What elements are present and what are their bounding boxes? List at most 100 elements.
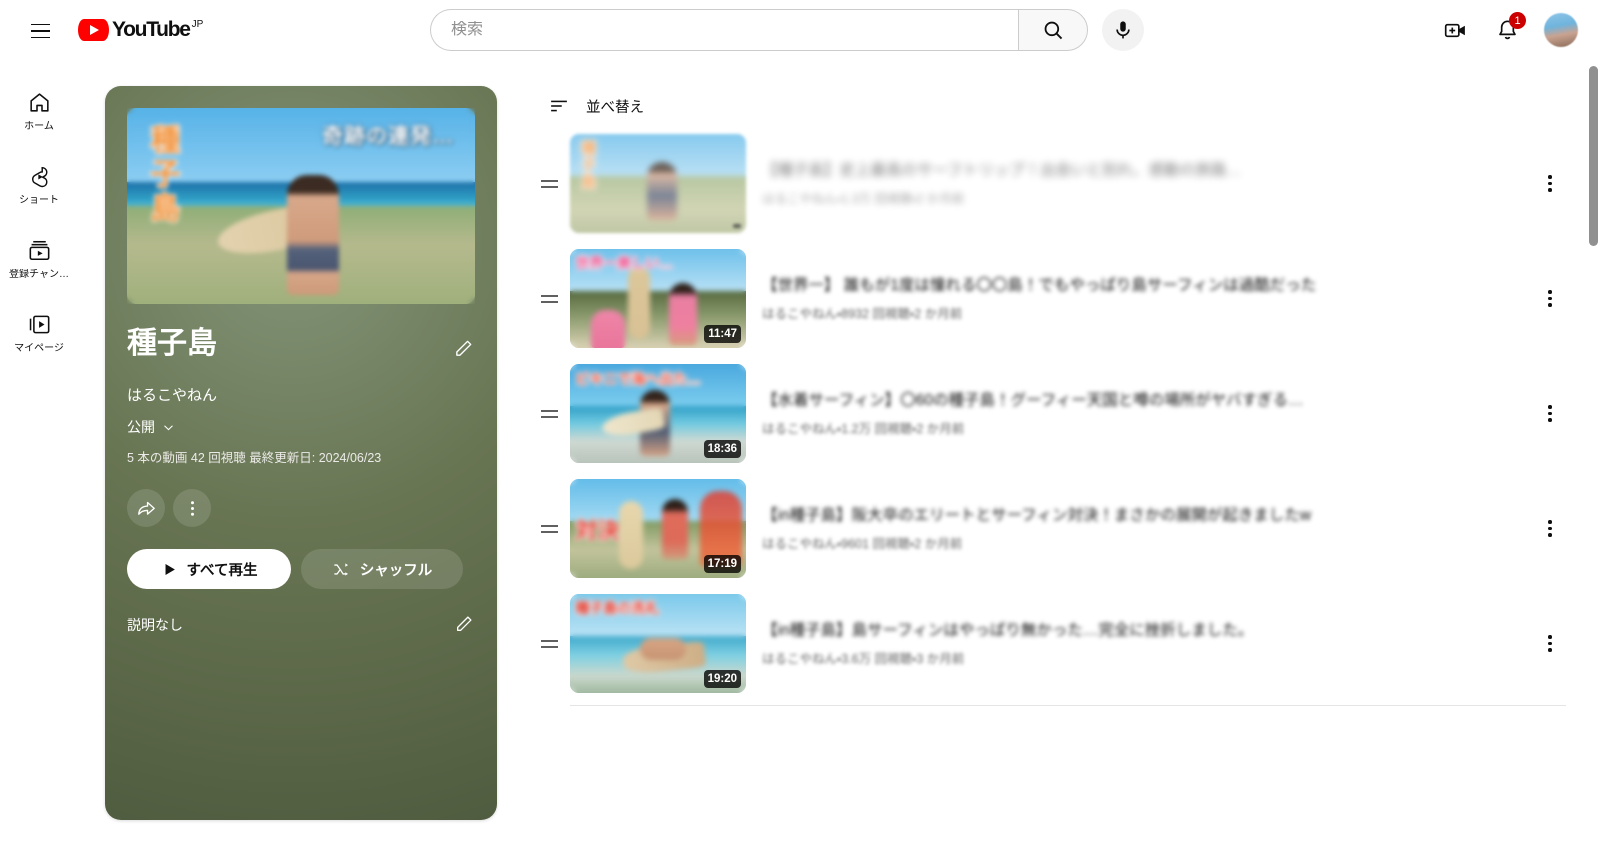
video-title[interactable]: 【世界一】 誰もが1度は憧れる〇〇島！でもやっぱり島サーフィンは過酷だった (762, 275, 1514, 297)
video-subtitle: はるこやねん・8932 回視聴・2 か月前 (762, 306, 963, 321)
playlist-more-button[interactable] (173, 489, 211, 527)
video-list-item[interactable]: 種子島 【種子島】史上最高のサーフトリップ！出会いと別れ、感動の旅路… はるこや… (528, 126, 1580, 241)
sidebar-label-subscriptions: 登録チャン… (9, 269, 69, 280)
playlist-description: 説明なし (127, 617, 183, 633)
playlist-privacy-label: 公開 (127, 419, 155, 435)
search-button[interactable] (1018, 9, 1088, 51)
notifications-badge: 1 (1509, 12, 1526, 29)
drag-handle-icon[interactable] (528, 409, 570, 418)
sort-button[interactable]: 並べ替え (542, 86, 650, 126)
video-thumbnail[interactable]: 世界一美しい… 11:47 (570, 249, 746, 348)
video-more-button[interactable] (1530, 509, 1570, 549)
avatar[interactable] (1544, 13, 1578, 47)
video-duration (733, 224, 741, 228)
video-thumbnail[interactable]: 対決 17:19 (570, 479, 746, 578)
video-list-item[interactable]: 種子島の洗礼 19:20 【in種子島】島サーフィンはやっぱり無かった…完全に挫… (528, 586, 1580, 701)
playlist-privacy-selector[interactable]: 公開 (127, 417, 176, 437)
drag-handle-icon[interactable] (528, 639, 570, 648)
sort-icon (551, 100, 567, 112)
edit-title-button[interactable] (453, 332, 475, 368)
shorts-icon (31, 167, 47, 188)
video-more-button[interactable] (1530, 394, 1570, 434)
share-button[interactable] (127, 489, 165, 527)
sidebar-item-you[interactable]: マイページ (0, 296, 78, 370)
search-input[interactable] (451, 21, 1018, 39)
playlist-title: 種子島 (127, 327, 217, 360)
playlist-title-row: 種子島 (127, 326, 475, 368)
edit-description-button[interactable] (454, 613, 475, 637)
list-divider (570, 705, 1566, 706)
youtube-country-code: JP (191, 19, 204, 30)
sidebar-label-you: マイページ (14, 343, 64, 354)
subscriptions-icon (29, 240, 49, 261)
video-more-button[interactable] (1530, 164, 1570, 204)
playlist-hero-card: 奇跡の連発… 種子島 種子島 はるこやねん 公開 5 本の動画 42 回視聴 最… (105, 86, 497, 820)
video-list-item[interactable]: 世界一美しい… 11:47 【世界一】 誰もが1度は憧れる〇〇島！でもやっぱり島… (528, 241, 1580, 356)
sort-label: 並べ替え (586, 99, 644, 116)
video-list-item[interactable]: ビキニで海へ出た… 18:36 【水着サーフィン】〇60の種子島！グーフィー天国… (528, 356, 1580, 471)
voice-search-button[interactable] (1102, 9, 1144, 51)
shuffle-label: シャッフル (359, 562, 433, 579)
share-icon (137, 501, 155, 515)
video-meta: 【in種子島】阪大卒のエリートとサーフィン対決！まさかの展開が起きましたw はる… (746, 505, 1530, 553)
play-icon (165, 563, 175, 575)
video-duration: 17:19 (703, 555, 741, 573)
playlist-owner[interactable]: はるこやねん (127, 384, 475, 405)
search-box[interactable] (430, 9, 1018, 51)
playlist-cover-thumbnail[interactable]: 奇跡の連発… 種子島 (127, 108, 475, 304)
more-vertical-icon (190, 500, 194, 516)
video-list-item[interactable]: 対決 17:19 【in種子島】阪大卒のエリートとサーフィン対決！まさかの展開が… (528, 471, 1580, 586)
video-title[interactable]: 【in種子島】島サーフィンはやっぱり無かった…完全に挫折しました。 (762, 620, 1514, 642)
top-bar: YouTube JP 検索 1 (0, 0, 1600, 62)
play-all-button[interactable]: すべて再生 (127, 549, 291, 589)
sidebar-label-home: ホーム (24, 121, 54, 132)
video-meta: 【世界一】 誰もが1度は憧れる〇〇島！でもやっぱり島サーフィンは過酷だった はる… (746, 275, 1530, 323)
drag-handle-icon[interactable] (528, 524, 570, 533)
video-subtitle: はるこやねん・1.2万 回視聴・2 か月前 (762, 421, 965, 436)
search-icon (1044, 21, 1062, 39)
playlist-stats: 5 本の動画 42 回視聴 最終更新日: 2024/06/23 (127, 451, 382, 465)
sidebar-item-shorts[interactable]: ショート (0, 148, 78, 222)
video-title[interactable]: 【in種子島】阪大卒のエリートとサーフィン対決！まさかの展開が起きましたw (762, 505, 1514, 527)
video-thumbnail[interactable]: 種子島の洗礼 19:20 (570, 594, 746, 693)
create-video-button[interactable] (1434, 9, 1476, 51)
sidebar-label-shorts: ショート (19, 195, 59, 206)
youtube-play-icon (78, 19, 109, 41)
shuffle-button[interactable]: シャッフル (301, 549, 463, 589)
video-subtitle: はるこやねん・1.3万 回視聴・2 か月前 (762, 191, 965, 206)
chevron-down-icon (164, 424, 173, 430)
you-library-icon (29, 315, 49, 334)
pencil-icon (456, 340, 472, 356)
video-thumbnail[interactable]: ビキニで海へ出た… 18:36 (570, 364, 746, 463)
drag-handle-icon[interactable] (528, 294, 570, 303)
shuffle-icon (334, 562, 348, 576)
video-thumbnail[interactable]: 種子島 (570, 134, 746, 233)
video-more-button[interactable] (1530, 624, 1570, 664)
sidebar-rail: ホーム ショート 登録チャン… マイページ (0, 62, 78, 865)
video-duration: 11:47 (704, 325, 741, 343)
playlist-icon-actions (127, 489, 475, 527)
sidebar-item-subscriptions[interactable]: 登録チャン… (0, 222, 78, 296)
page-scrollbar[interactable] (1589, 66, 1598, 246)
notifications-button[interactable]: 1 (1486, 9, 1528, 51)
sidebar-item-home[interactable]: ホーム (0, 74, 78, 148)
playlist-play-actions: すべて再生 シャッフル (127, 549, 475, 589)
play-all-label: すべて再生 (186, 562, 258, 579)
video-title[interactable]: 【水着サーフィン】〇60の種子島！グーフィー天国と噂の場所がヤバすぎる… (762, 390, 1514, 412)
video-meta: 【種子島】史上最高のサーフトリップ！出会いと別れ、感動の旅路… はるこやねん・1… (746, 160, 1530, 208)
top-bar-actions: 1 (1434, 9, 1578, 51)
video-duration: 19:20 (703, 670, 741, 688)
video-title[interactable]: 【種子島】史上最高のサーフトリップ！出会いと別れ、感動の旅路… (762, 160, 1514, 182)
youtube-logo[interactable]: YouTube JP (78, 11, 203, 51)
youtube-logo-text: YouTube (112, 18, 191, 41)
pencil-icon (457, 616, 472, 631)
playlist-description-row: 説明なし (127, 613, 475, 637)
create-video-icon (1444, 23, 1465, 37)
home-icon (29, 93, 49, 112)
video-more-button[interactable] (1530, 279, 1570, 319)
playlist-video-list: 並べ替え 種子島 【種子島】史上最高のサーフトリップ！出会いと別れ、感動の旅路…… (528, 86, 1580, 706)
video-meta: 【in種子島】島サーフィンはやっぱり無かった…完全に挫折しました。 はるこやねん… (746, 620, 1530, 668)
hamburger-icon[interactable] (20, 11, 60, 51)
microphone-icon (1116, 21, 1130, 39)
drag-handle-icon[interactable] (528, 179, 570, 188)
